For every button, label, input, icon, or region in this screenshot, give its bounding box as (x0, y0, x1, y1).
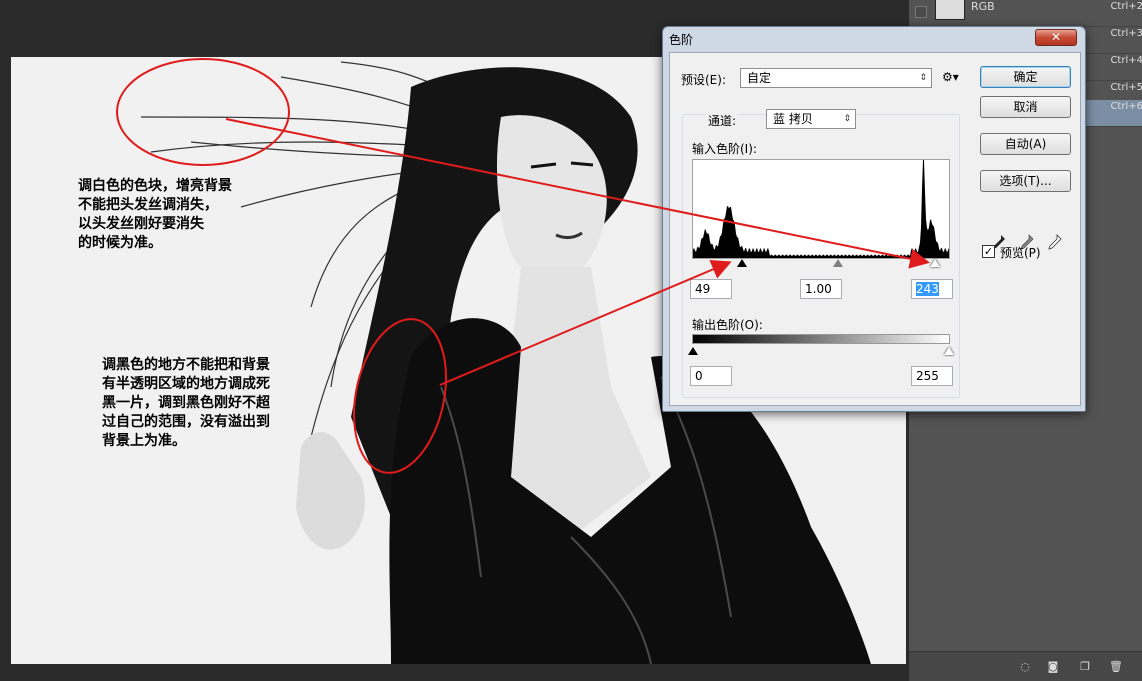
dialog-body: 预设(E): 自定 ⇕ ⚙▾ 通道: 蓝 拷贝 ⇕ 输入色阶(I): 49 1.… (669, 52, 1081, 406)
preset-label: 预设(E): (681, 73, 726, 87)
input-black-slider[interactable] (737, 259, 747, 267)
input-gamma-slider[interactable] (833, 259, 843, 267)
ok-button[interactable]: 确定 (980, 66, 1071, 88)
check-icon: ✓ (983, 245, 994, 258)
input-levels-label: 输入色阶(I): (692, 142, 757, 156)
save-selection-icon[interactable]: ◙ (1047, 661, 1059, 673)
output-white-slider[interactable] (944, 347, 954, 355)
output-levels-label: 输出色阶(O): (692, 318, 763, 332)
close-icon: ✕ (1050, 30, 1062, 44)
channel-shortcut: Ctrl+6 (1110, 101, 1142, 112)
channel-shortcut: Ctrl+4 (1110, 55, 1142, 66)
note-line: 黑一片，调到黑色刚好不超 (102, 395, 270, 411)
load-selection-icon[interactable]: ◌ (1019, 661, 1031, 673)
output-white-value: 255 (916, 369, 939, 383)
channel-name: RGB (971, 0, 995, 13)
input-gamma-value: 1.00 (805, 282, 832, 296)
histogram-area (693, 160, 949, 258)
note-line: 有半透明区域的地方调成死 (102, 376, 270, 392)
options-button[interactable]: 选项(T)... (980, 170, 1071, 192)
note-line: 过自己的范围，没有溢出到 (102, 414, 270, 430)
channel-row-rgb[interactable]: RGB Ctrl+2 (909, 0, 1142, 27)
output-black-field[interactable]: 0 (690, 366, 732, 386)
chevron-updown-icon: ⇕ (843, 114, 851, 124)
input-gamma-field[interactable]: 1.00 (800, 279, 842, 299)
note-line: 调白色的色块，增亮背景 (78, 178, 232, 194)
preset-options-gear-icon[interactable]: ⚙▾ (942, 70, 959, 84)
input-white-value: 243 (916, 282, 939, 296)
new-channel-icon[interactable]: ❐ (1079, 661, 1091, 673)
output-gradient (692, 334, 950, 344)
output-black-slider[interactable] (688, 347, 698, 355)
output-white-field[interactable]: 255 (911, 366, 953, 386)
note-line: 背景上为准。 (102, 433, 186, 449)
preset-value: 自定 (747, 71, 772, 85)
channel-thumbnail (935, 0, 965, 20)
histogram-plot (693, 160, 949, 258)
chevron-updown-icon: ⇕ (919, 73, 927, 83)
cancel-button[interactable]: 取消 (980, 96, 1071, 118)
note-line: 调黑色的地方不能把和背景 (102, 357, 270, 373)
note-line: 的时候为准。 (78, 235, 162, 251)
white-eyedropper-icon[interactable] (1048, 234, 1062, 252)
black-point-note: 调黑色的地方不能把和背景 有半透明区域的地方调成死 黑一片，调到黑色刚好不超 过… (102, 356, 270, 451)
input-white-slider[interactable] (930, 259, 940, 267)
channel-shortcut: Ctrl+2 (1110, 1, 1142, 12)
preview-label: 预览(P) (1000, 246, 1041, 260)
histogram (692, 159, 950, 259)
channel-shortcut: Ctrl+5 (1110, 82, 1142, 93)
input-slider-track[interactable] (692, 257, 950, 269)
dialog-title: 色阶 (669, 33, 694, 47)
channel-label: 通道: (706, 112, 739, 129)
channel-shortcut: Ctrl+3 (1110, 28, 1142, 39)
auto-button[interactable]: 自动(A) (980, 133, 1071, 155)
channel-select[interactable]: 蓝 拷贝 ⇕ (766, 109, 856, 129)
hand (296, 432, 365, 550)
note-line: 以头发丝刚好要消失 (78, 216, 204, 232)
output-black-value: 0 (695, 369, 703, 383)
panel-footer: ◌ ◙ ❐ 🗑 (909, 651, 1142, 681)
close-button[interactable]: ✕ (1035, 29, 1077, 46)
levels-dialog: 色阶 ✕ 预设(E): 自定 ⇕ ⚙▾ 通道: 蓝 拷贝 ⇕ 输入色阶(I): … (662, 26, 1086, 412)
input-black-field[interactable]: 49 (690, 279, 732, 299)
note-line: 不能把头发丝调消失， (78, 197, 218, 213)
trash-icon[interactable]: 🗑 (1109, 661, 1123, 673)
channel-value: 蓝 拷贝 (773, 112, 813, 126)
input-black-value: 49 (695, 282, 711, 296)
preset-select[interactable]: 自定 ⇕ (740, 68, 932, 88)
preview-checkbox[interactable]: ✓ (982, 245, 995, 258)
input-white-field[interactable]: 243 (911, 279, 953, 299)
white-point-note: 调白色的色块，增亮背景 不能把头发丝调消失， 以头发丝刚好要消失 的时候为准。 (78, 177, 232, 253)
visibility-toggle[interactable] (915, 6, 927, 18)
